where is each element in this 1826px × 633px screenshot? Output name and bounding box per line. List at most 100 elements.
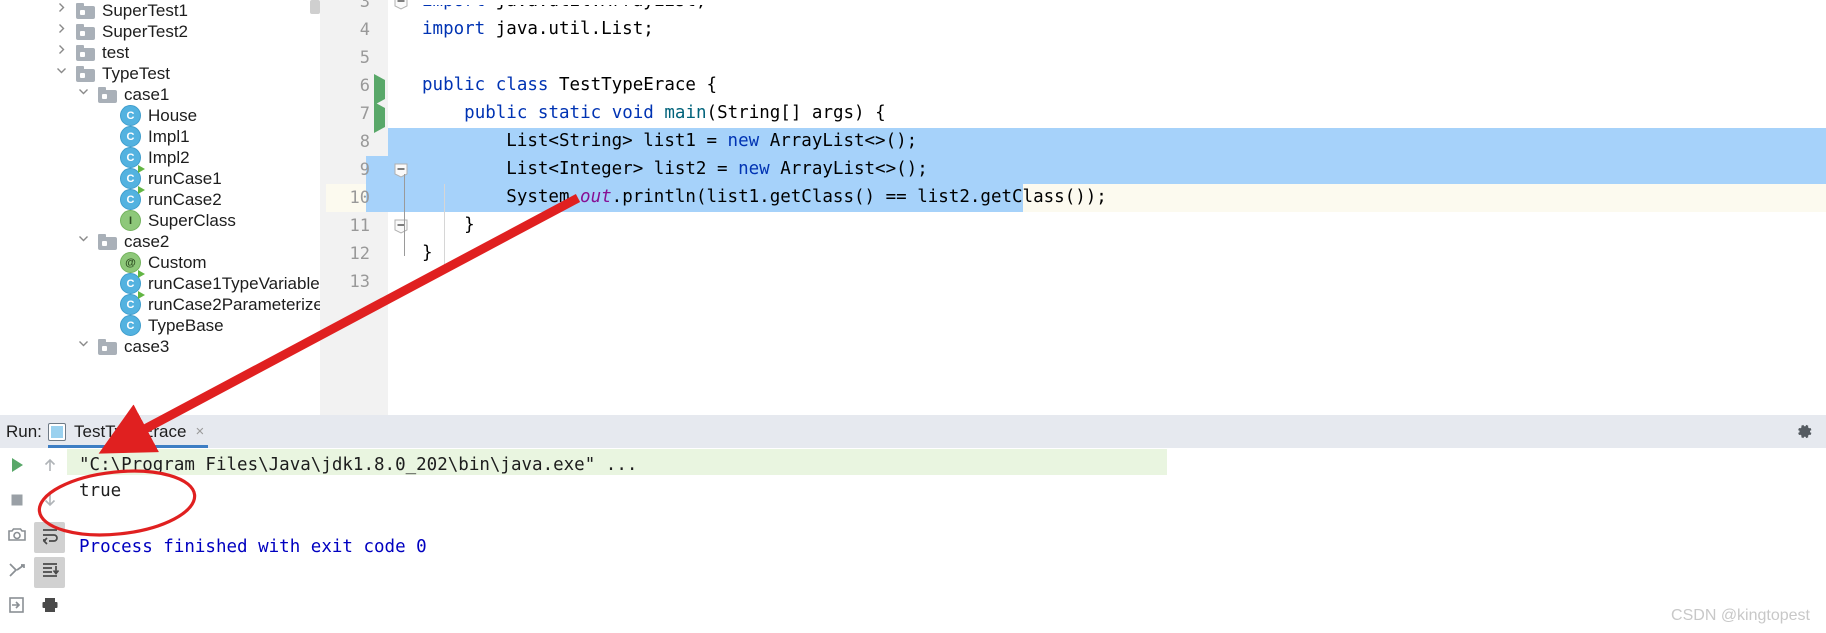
console-line: true bbox=[79, 481, 122, 501]
scroll-end-icon bbox=[40, 560, 60, 585]
tree-item-supertest1[interactable]: SuperTest1 bbox=[56, 0, 188, 21]
code-line[interactable]: List<String> list1 = new ArrayList<>(); bbox=[422, 131, 917, 151]
tree-item-superclass[interactable]: I SuperClass bbox=[100, 210, 236, 231]
code-line[interactable]: System.out.println(list1.getClass() == l… bbox=[422, 187, 1107, 207]
line-number: 12 bbox=[349, 244, 370, 264]
scroll-to-end-button[interactable] bbox=[34, 557, 65, 588]
line-number: 8 bbox=[359, 132, 370, 152]
chevron-down-icon[interactable] bbox=[78, 86, 96, 104]
project-tree-panel[interactable]: SuperTest1 SuperTest2 test TypeTest case1 C Ho… bbox=[0, 0, 326, 415]
run-gutter-icon[interactable] bbox=[374, 74, 388, 105]
chevron-right-icon[interactable] bbox=[56, 23, 74, 41]
chevron-down-icon[interactable] bbox=[56, 65, 74, 83]
code-fold-marker[interactable] bbox=[394, 0, 408, 10]
tree-item-typebase[interactable]: C TypeBase bbox=[100, 315, 224, 336]
tree-item-label: SuperClass bbox=[148, 210, 236, 230]
tree-item-case1[interactable]: case1 bbox=[78, 84, 169, 105]
stop-button[interactable] bbox=[1, 487, 32, 518]
line-number: 7 bbox=[359, 104, 370, 124]
chevron-down-icon[interactable] bbox=[78, 233, 96, 251]
soft-wrap-button[interactable] bbox=[34, 522, 65, 553]
pin-button[interactable] bbox=[1, 592, 32, 623]
folder-icon bbox=[76, 23, 95, 40]
console-line: "C:\Program Files\Java\jdk1.8.0_202\bin\… bbox=[79, 455, 638, 475]
code-line[interactable]: } bbox=[422, 243, 433, 263]
tree-item-runcase1[interactable]: CrunCase1 bbox=[100, 165, 222, 189]
code-editor[interactable]: 3 import java.util.ArrayList; 4 import java… bbox=[326, 0, 1826, 415]
folder-icon bbox=[98, 233, 117, 250]
suspend-button[interactable] bbox=[1, 557, 32, 588]
tree-item-case2[interactable]: case2 bbox=[78, 231, 169, 252]
csdn-watermark: CSDN @kingtopest bbox=[1671, 607, 1810, 624]
idea-window: SuperTest1 SuperTest2 test TypeTest case1 C Ho… bbox=[0, 0, 1826, 633]
run-toolbar-left[interactable] bbox=[0, 448, 33, 633]
tree-item-house[interactable]: C House bbox=[100, 105, 197, 126]
run-tab-testtypeerace[interactable]: TestTypeErace × bbox=[48, 415, 204, 448]
line-number: 13 bbox=[349, 272, 370, 292]
run-label: Run: bbox=[6, 422, 42, 441]
tree-item-label: TypeBase bbox=[148, 315, 224, 335]
tree-item-label: SuperTest1 bbox=[102, 0, 188, 20]
screenshot-button[interactable] bbox=[1, 522, 32, 553]
tree-item-label: House bbox=[148, 105, 198, 125]
tree-scrollbar[interactable] bbox=[310, 0, 320, 14]
tree-item-label: TypeTest bbox=[102, 63, 171, 83]
print-button[interactable] bbox=[34, 592, 65, 623]
code-line[interactable]: public static void main(String[] args) { bbox=[422, 103, 886, 123]
run-tab-label: TestTypeErace bbox=[74, 421, 187, 441]
up-stack-button[interactable] bbox=[34, 452, 65, 483]
console-line: Process finished with exit code 0 bbox=[79, 537, 427, 557]
camera-icon bbox=[7, 525, 27, 550]
rerun-button[interactable] bbox=[1, 452, 32, 483]
chevron-right-icon[interactable] bbox=[56, 2, 74, 20]
folder-icon bbox=[76, 44, 95, 61]
java-class-icon: C bbox=[120, 105, 141, 126]
tree-item-impl1[interactable]: C Impl1 bbox=[100, 126, 190, 147]
down-stack-button[interactable] bbox=[34, 487, 65, 518]
code-line[interactable]: } bbox=[422, 215, 475, 235]
java-interface-icon: I bbox=[120, 210, 141, 231]
code-line[interactable]: import java.util.ArrayList; bbox=[422, 5, 706, 11]
line-number: 11 bbox=[349, 216, 370, 236]
tree-item-typetest[interactable]: TypeTest bbox=[56, 63, 170, 84]
tree-item-runcase2parameterized[interactable]: CrunCase2Parameterized bbox=[100, 291, 326, 315]
run-toolbar-right[interactable] bbox=[33, 448, 66, 633]
chevron-right-icon[interactable] bbox=[56, 44, 74, 62]
tree-item-label: case2 bbox=[124, 231, 170, 251]
tree-item-label: runCase1TypeVariable bbox=[148, 273, 320, 293]
tree-item-label: case3 bbox=[124, 336, 170, 356]
line-number: 10 bbox=[349, 188, 370, 208]
gear-icon[interactable] bbox=[1795, 422, 1814, 441]
code-fold-marker[interactable] bbox=[394, 219, 408, 234]
tree-item-runcase1typevariable[interactable]: CrunCase1TypeVariable bbox=[100, 270, 320, 294]
tree-item-label: SuperTest2 bbox=[102, 21, 188, 41]
code-line[interactable]: public class TestTypeErace { bbox=[422, 75, 717, 95]
folder-icon bbox=[76, 65, 95, 82]
console-output[interactable]: "C:\Program Files\Java\jdk1.8.0_202\bin\… bbox=[67, 448, 1826, 633]
code-fold-marker[interactable] bbox=[394, 163, 408, 178]
close-icon[interactable]: × bbox=[195, 423, 204, 440]
line-number: 3 bbox=[359, 0, 370, 12]
tree-item-runcase2[interactable]: CrunCase2 bbox=[100, 186, 222, 210]
run-gutter-icon[interactable] bbox=[374, 102, 388, 133]
tree-item-label: Impl1 bbox=[148, 126, 190, 146]
tree-item-test[interactable]: test bbox=[56, 42, 129, 63]
chevron-down-icon[interactable] bbox=[78, 338, 96, 356]
folder-icon bbox=[76, 2, 95, 19]
run-tool-window-header: Run: TestTypeErace × bbox=[0, 415, 1826, 448]
tree-item-label: runCase1 bbox=[148, 168, 222, 188]
tree-item-custom[interactable]: @ Custom bbox=[100, 252, 207, 273]
code-line[interactable]: List<Integer> list2 = new ArrayList<>(); bbox=[422, 159, 927, 179]
tree-item-supertest2[interactable]: SuperTest2 bbox=[56, 21, 188, 42]
code-line[interactable]: import java.util.List; bbox=[422, 19, 654, 39]
run-tool-window: Run: TestTypeErace × "C:\Program Files\J… bbox=[0, 415, 1826, 633]
tree-item-case3[interactable]: case3 bbox=[78, 336, 169, 357]
folder-icon bbox=[98, 338, 117, 355]
